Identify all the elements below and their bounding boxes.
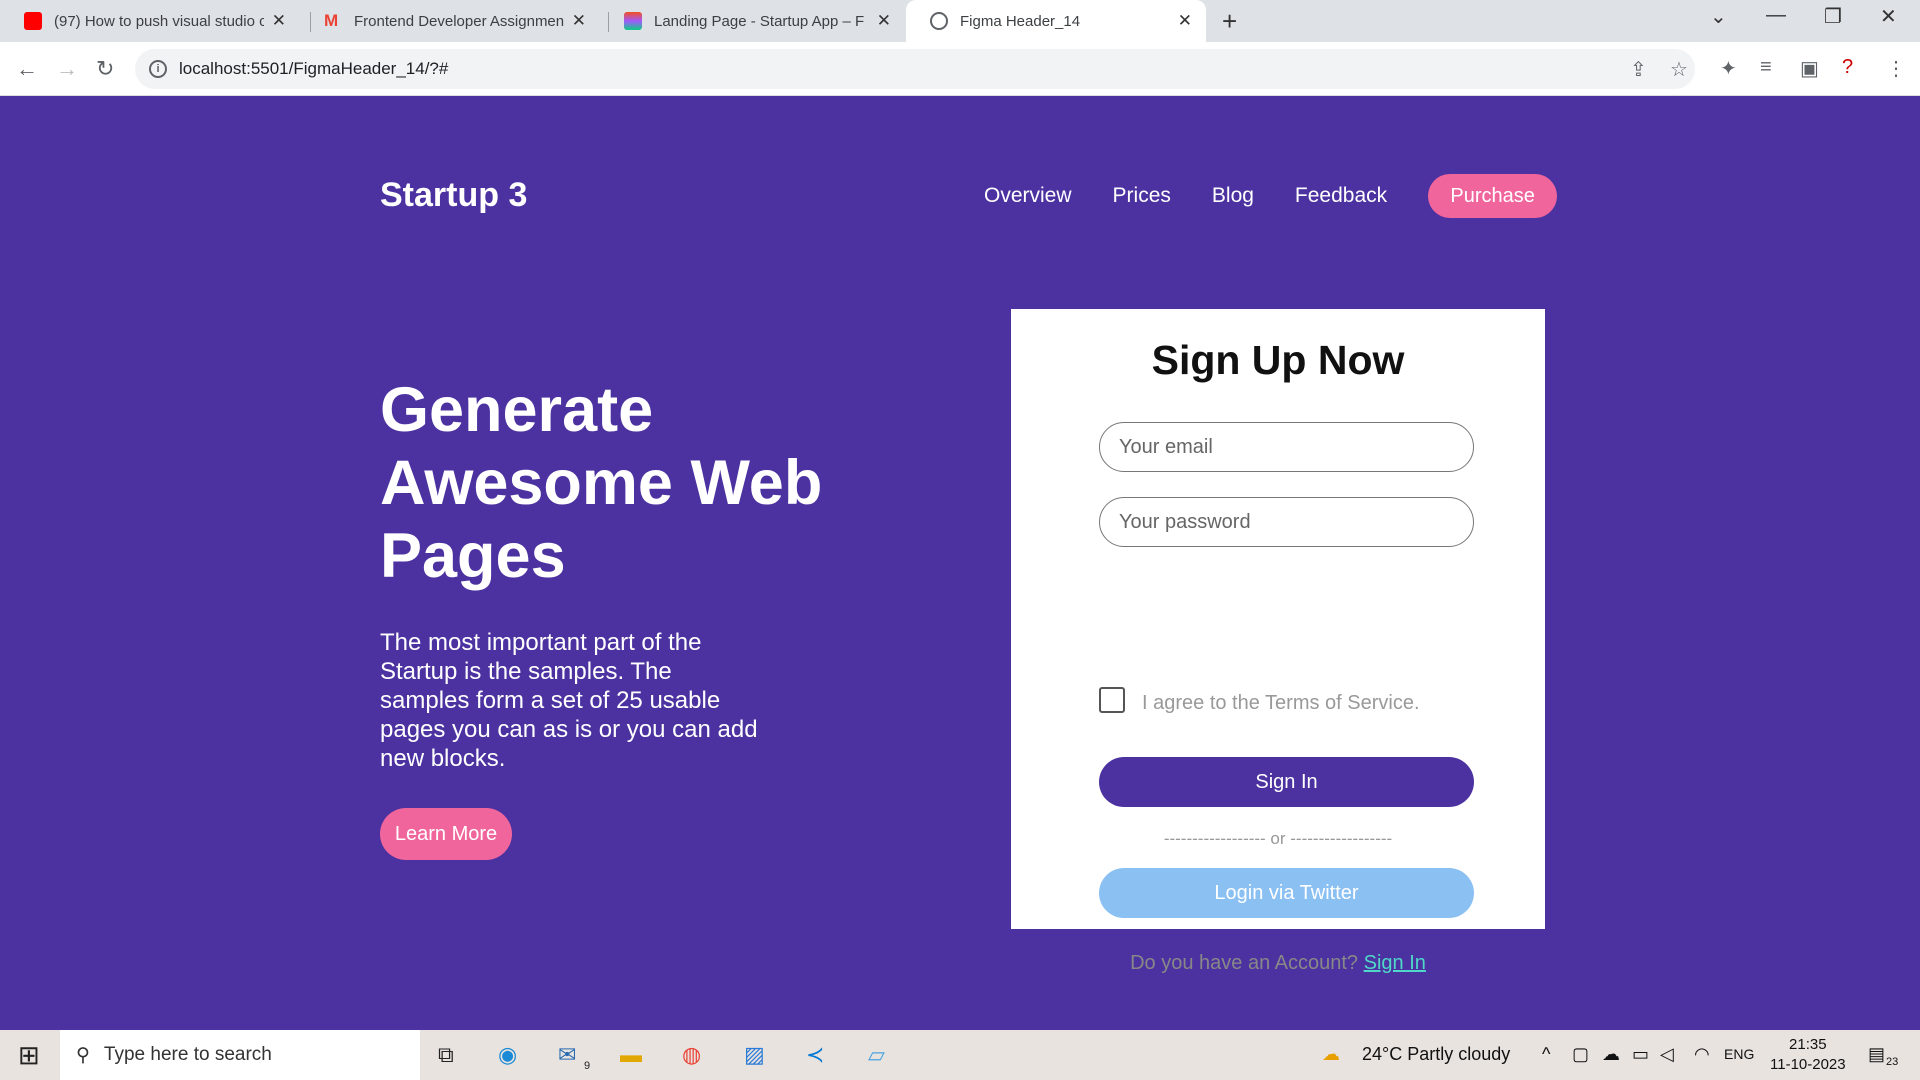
account-prompt: Do you have an Account? Sign In: [1011, 952, 1545, 975]
meet-icon[interactable]: ▢: [1572, 1044, 1589, 1065]
battery-icon[interactable]: ▭: [1632, 1044, 1649, 1065]
close-icon[interactable]: ✕: [1178, 11, 1192, 31]
edge-icon[interactable]: ◉: [498, 1042, 517, 1068]
photos-icon[interactable]: ▨: [744, 1042, 765, 1068]
sign-in-button[interactable]: Sign In: [1099, 757, 1474, 807]
share-icon[interactable]: ⇪: [1630, 57, 1647, 82]
globe-icon: [930, 12, 948, 30]
notes-icon[interactable]: ▱: [868, 1042, 885, 1068]
wifi-icon[interactable]: ◠: [1694, 1044, 1710, 1065]
hero-title: Generate Awesome Web Pages: [380, 375, 823, 591]
terms-checkbox[interactable]: [1099, 687, 1125, 713]
clock[interactable]: 21:35 11-10-2023: [1770, 1035, 1846, 1075]
youtube-icon: [24, 12, 42, 30]
signup-card: Sign Up Now I agree to the Terms of Serv…: [1011, 309, 1545, 974]
chevron-up-icon[interactable]: ^: [1542, 1044, 1550, 1065]
extensions-icon[interactable]: ✦: [1720, 56, 1737, 81]
weather-icon[interactable]: ☁: [1322, 1044, 1340, 1065]
password-field[interactable]: [1099, 497, 1474, 547]
onedrive-icon[interactable]: ☁: [1602, 1044, 1620, 1065]
star-icon[interactable]: ☆: [1670, 57, 1688, 82]
search-placeholder: Type here to search: [103, 1044, 272, 1065]
tab-gmail[interactable]: M Frontend Developer Assignment ✕: [300, 0, 600, 42]
forward-icon[interactable]: →: [56, 56, 78, 82]
tab-search-icon[interactable]: ⌄: [1710, 4, 1727, 29]
task-view-icon[interactable]: ⧉: [438, 1042, 454, 1068]
gmail-icon: M: [324, 11, 339, 30]
terms-label: I agree to the Terms of Service.: [1142, 692, 1420, 714]
taskbar: ⊞ ⚲ Type here to search ⧉ ◉ ✉ 9 ▬ ◍ ▨ ≺ …: [0, 1030, 1920, 1080]
url-text: localhost:5501/FigmaHeader_14/?#: [179, 59, 449, 78]
nav-overview[interactable]: Overview: [984, 184, 1072, 208]
close-icon[interactable]: ✕: [572, 11, 586, 31]
chrome-icon[interactable]: ◍: [682, 1042, 701, 1068]
main-nav: Overview Prices Blog Feedback Purchase: [984, 174, 1558, 218]
address-bar: ← → ↻ i localhost:5501/FigmaHeader_14/?#…: [0, 42, 1920, 96]
close-window-button[interactable]: ✕: [1880, 4, 1897, 29]
new-tab-button[interactable]: +: [1222, 6, 1237, 37]
reading-list-icon[interactable]: ≡: [1760, 56, 1772, 79]
signup-title: Sign Up Now: [1151, 337, 1405, 383]
tab-title: Landing Page - Startup App – Fig: [654, 12, 864, 30]
purchase-button[interactable]: Purchase: [1428, 174, 1558, 218]
minimize-button[interactable]: —: [1766, 4, 1786, 27]
nav-prices[interactable]: Prices: [1113, 184, 1171, 208]
profile-icon[interactable]: ?: [1842, 56, 1853, 79]
email-field[interactable]: [1099, 422, 1474, 472]
landing-page: Startup 3 Overview Prices Blog Feedback …: [0, 96, 1920, 1030]
notification-count: 23: [1886, 1056, 1899, 1068]
tab-youtube[interactable]: (97) How to push visual studio c ✕: [0, 0, 300, 42]
tab-title: Figma Header_14: [960, 12, 1081, 30]
nav-feedback[interactable]: Feedback: [1295, 184, 1387, 208]
maximize-button[interactable]: ❐: [1824, 4, 1842, 29]
info-icon[interactable]: i: [149, 60, 167, 78]
windows-start-icon[interactable]: ⊞: [18, 1040, 40, 1071]
clock-date: 11-10-2023: [1770, 1056, 1846, 1073]
tab-figma-header[interactable]: Figma Header_14 ✕: [906, 0, 1206, 42]
twitter-login-button[interactable]: Login via Twitter: [1099, 868, 1474, 918]
tab-title: Frontend Developer Assignment: [354, 12, 564, 30]
taskbar-search[interactable]: ⚲ Type here to search: [60, 1030, 420, 1080]
brand-logo[interactable]: Startup 3: [380, 176, 527, 215]
menu-icon[interactable]: ⋮: [1886, 56, 1906, 81]
clock-time: 21:35: [1789, 1036, 1827, 1053]
nav-blog[interactable]: Blog: [1212, 184, 1254, 208]
browser-tab-strip: (97) How to push visual studio c ✕ M Fro…: [0, 0, 1920, 42]
mail-badge: 9: [584, 1060, 591, 1072]
learn-more-button[interactable]: Learn More: [380, 808, 512, 860]
hero-description: The most important part of the Startup i…: [380, 629, 758, 772]
weather-text[interactable]: 24°C Partly cloudy: [1362, 1044, 1510, 1065]
close-icon[interactable]: ✕: [877, 11, 891, 31]
reload-icon[interactable]: ↻: [96, 56, 114, 82]
volume-icon[interactable]: ◁: [1660, 1044, 1674, 1065]
search-icon: ⚲: [76, 1044, 90, 1066]
figma-icon: [624, 12, 642, 30]
account-prompt-text: Do you have an Account?: [1130, 952, 1359, 974]
notifications-icon[interactable]: ▤: [1868, 1044, 1885, 1065]
close-icon[interactable]: ✕: [272, 11, 286, 31]
mail-icon[interactable]: ✉: [558, 1042, 576, 1068]
url-field[interactable]: i localhost:5501/FigmaHeader_14/?#: [135, 49, 1695, 89]
or-divider: ------------------ or ------------------: [1163, 829, 1393, 848]
back-icon[interactable]: ←: [16, 56, 38, 82]
language-indicator[interactable]: ENG: [1724, 1046, 1754, 1062]
vscode-icon[interactable]: ≺: [806, 1042, 824, 1068]
side-panel-icon[interactable]: ▣: [1800, 56, 1819, 81]
file-explorer-icon[interactable]: ▬: [620, 1042, 642, 1068]
sign-in-link[interactable]: Sign In: [1364, 952, 1426, 974]
tab-title: (97) How to push visual studio c: [54, 12, 264, 30]
tab-figma[interactable]: Landing Page - Startup App – Fig ✕: [600, 0, 905, 42]
